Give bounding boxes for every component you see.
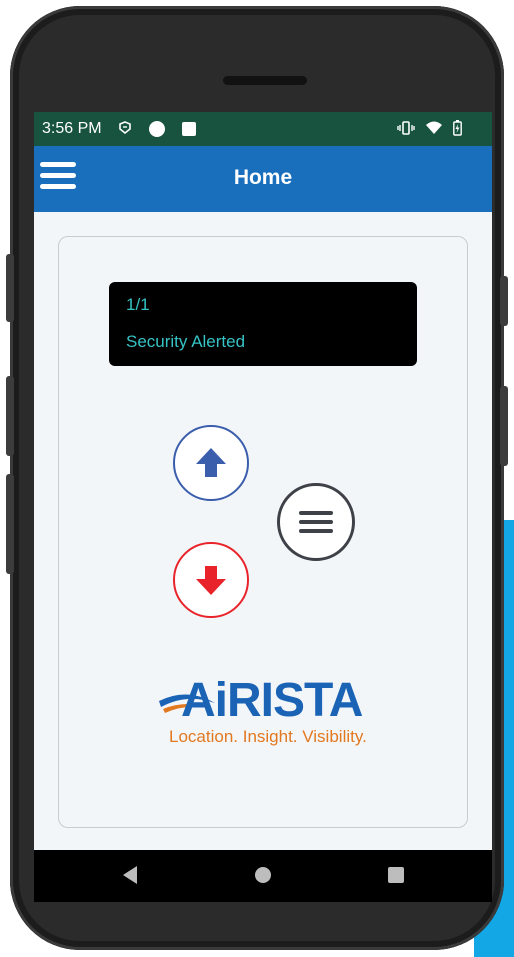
phone-side-button [500, 386, 508, 466]
recents-icon[interactable] [386, 864, 406, 891]
battery-icon [453, 120, 462, 141]
phone-side-button [500, 276, 508, 326]
phone-screen: 3:56 PM Home 1/1 Security Alerted AiRIST… [34, 112, 492, 902]
scroll-up-button[interactable] [173, 425, 249, 501]
status-time: 3:56 PM [42, 120, 102, 137]
back-icon[interactable] [120, 864, 140, 891]
logo-tagline: Location. Insight. Visibility. [169, 727, 367, 746]
square-icon [182, 122, 196, 141]
menu-list-button[interactable] [277, 483, 355, 561]
wifi-icon [425, 121, 443, 140]
message-counter: 1/1 [126, 295, 150, 314]
earpiece-speaker [223, 76, 307, 85]
status-bar: 3:56 PM [34, 112, 492, 146]
page-title: Home [233, 166, 293, 189]
logo-brand-text: AiRISTA [181, 674, 363, 727]
phone-side-button [6, 376, 14, 456]
arrow-down-icon [196, 566, 226, 595]
phone-side-button [6, 474, 14, 574]
vibrate-icon [397, 120, 415, 141]
sim-icon [118, 121, 132, 142]
main-card: 1/1 Security Alerted AiRISTA Location. I… [58, 236, 468, 828]
scroll-down-button[interactable] [173, 542, 249, 618]
list-icon [299, 511, 333, 533]
message-text: Security Alerted [126, 332, 246, 351]
message-display: 1/1 Security Alerted [109, 282, 417, 366]
app-bar: Home [34, 146, 492, 212]
circle-icon [148, 120, 166, 143]
phone-side-button [6, 254, 14, 322]
arrow-up-icon [196, 448, 226, 477]
company-logo: AiRISTA Location. Insight. Visibility. [157, 673, 377, 753]
home-icon[interactable] [253, 864, 273, 891]
system-nav-bar [34, 850, 492, 902]
